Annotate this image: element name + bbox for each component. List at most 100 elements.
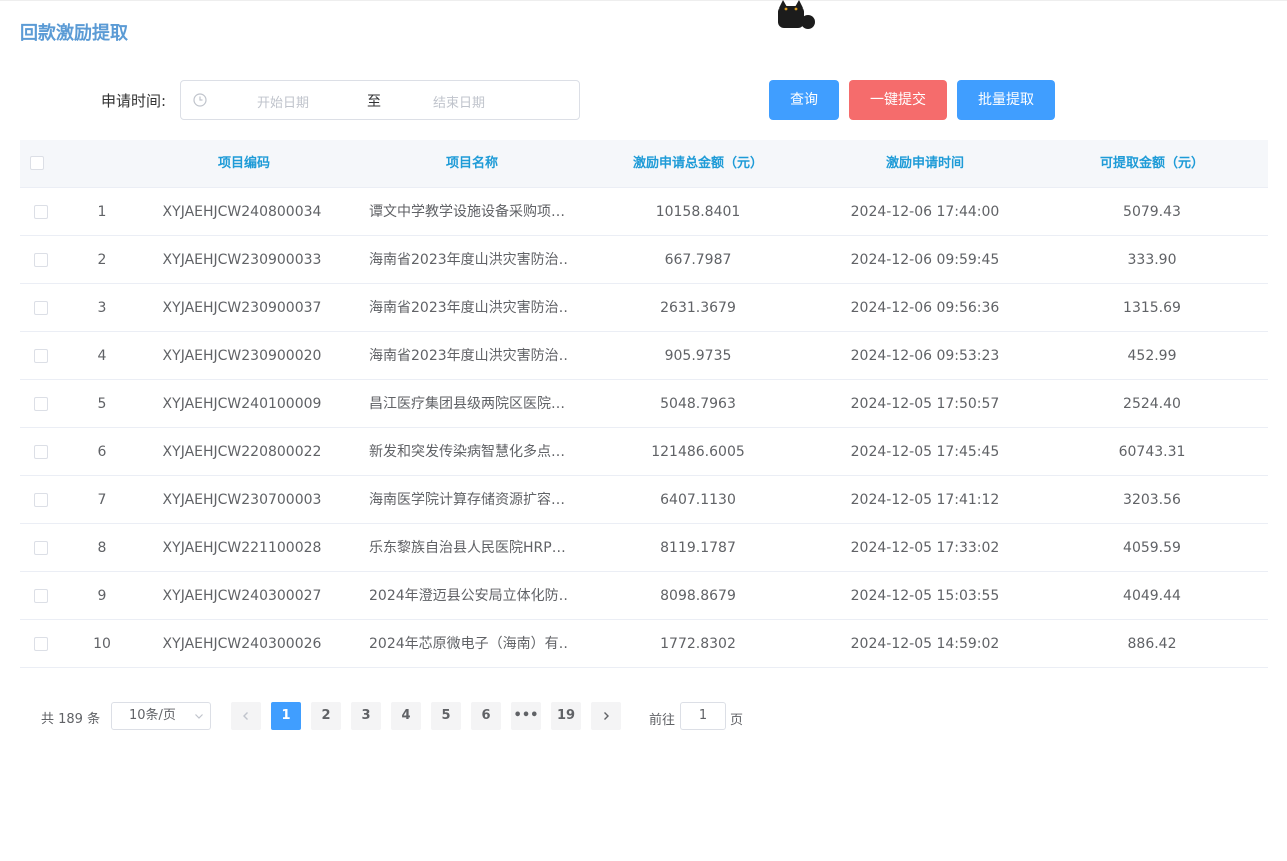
row-checkbox[interactable] <box>34 589 48 603</box>
batch-extract-button[interactable]: 批量提取 <box>957 80 1055 120</box>
page-button[interactable]: 5 <box>431 702 461 730</box>
page-button[interactable]: 3 <box>351 702 381 730</box>
page-button[interactable]: 4 <box>391 702 421 730</box>
project-name: 谭文中学教学设施设备采购项… <box>369 204 565 220</box>
total-amount: 1772.8302 <box>660 636 736 652</box>
more-pages-button[interactable]: ••• <box>511 702 541 730</box>
chevron-left-icon <box>243 712 248 720</box>
table-row[interactable]: 9 XYJAEHJCW240300027 2024年澄迈县公安局立体化防… 8098.… <box>20 572 1268 620</box>
row-checkbox[interactable] <box>34 253 48 267</box>
goto-page-input[interactable]: 1 <box>680 702 726 730</box>
row-index: 4 <box>97 348 107 364</box>
apply-time: 2024-12-05 14:59:02 <box>850 636 1000 652</box>
row-checkbox[interactable] <box>34 397 48 411</box>
row-index: 8 <box>97 540 107 556</box>
page-button[interactable]: 1 <box>271 702 301 730</box>
available-amount: 4049.44 <box>1123 588 1181 604</box>
table-row[interactable]: 5 XYJAEHJCW240100009 昌江医疗集团县级两院区医院… 5048.79… <box>20 380 1268 428</box>
total-amount: 121486.6005 <box>651 444 745 460</box>
end-date-input[interactable]: 结束日期 <box>433 92 485 111</box>
table-row[interactable]: 6 XYJAEHJCW220800022 新发和突发传染病智慧化多点… 121486.… <box>20 428 1268 476</box>
row-checkbox[interactable] <box>34 493 48 507</box>
project-code: XYJAEHJCW230900033 <box>162 252 322 268</box>
table-header: 项目编码 项目名称 激励申请总金额（元） 激励申请时间 可提取金额（元） <box>20 140 1268 188</box>
next-page-button[interactable] <box>591 702 621 730</box>
row-index: 9 <box>97 588 107 604</box>
project-name: 2024年澄迈县公安局立体化防… <box>369 588 569 604</box>
table-row[interactable]: 1 XYJAEHJCW240800034 谭文中学教学设施设备采购项… 10158.8… <box>20 188 1268 236</box>
start-date-input[interactable]: 开始日期 <box>257 92 309 111</box>
apply-time: 2024-12-05 17:45:45 <box>850 444 1000 460</box>
table-row[interactable]: 7 XYJAEHJCW230700003 海南医学院计算存储资源扩容… 6407.11… <box>20 476 1268 524</box>
available-amount: 60743.31 <box>1118 444 1186 460</box>
available-amount: 452.99 <box>1127 348 1177 364</box>
date-range-picker[interactable]: 开始日期 至 结束日期 <box>180 80 580 120</box>
header-total-amount: 激励申请总金额（元） <box>632 156 763 171</box>
row-checkbox[interactable] <box>34 541 48 555</box>
apply-time: 2024-12-05 17:50:57 <box>850 396 1000 412</box>
available-amount: 886.42 <box>1127 636 1177 652</box>
project-code: XYJAEHJCW230900020 <box>162 348 322 364</box>
goto-label: 前往 <box>649 713 676 728</box>
apply-time: 2024-12-06 09:59:45 <box>850 252 1000 268</box>
project-name: 新发和突发传染病智慧化多点… <box>369 444 565 460</box>
project-code: XYJAEHJCW240100009 <box>162 396 322 412</box>
apply-time: 2024-12-05 17:41:12 <box>850 492 1000 508</box>
project-code: XYJAEHJCW221100028 <box>162 540 322 556</box>
project-code: XYJAEHJCW220800022 <box>162 444 322 460</box>
row-index: 2 <box>97 252 107 268</box>
header-project-code: 项目编码 <box>217 156 270 171</box>
available-amount: 4059.59 <box>1123 540 1181 556</box>
page-size-value: 10条/页 <box>129 708 176 723</box>
available-amount: 333.90 <box>1127 252 1177 268</box>
project-code: XYJAEHJCW240800034 <box>162 204 322 220</box>
pagination: 共 189 条 10条/页 1 2 3 4 5 6 ••• 19 前往 1 页 <box>0 700 1287 732</box>
table-row[interactable]: 3 XYJAEHJCW230900037 海南省2023年度山洪灾害防治… 2631.… <box>20 284 1268 332</box>
table-row[interactable]: 8 XYJAEHJCW221100028 乐东黎族自治县人民医院HRP… 8119.1… <box>20 524 1268 572</box>
row-index: 7 <box>97 492 107 508</box>
query-button[interactable]: 查询 <box>769 80 839 120</box>
total-amount: 2631.3679 <box>660 300 736 316</box>
row-index: 10 <box>93 636 111 652</box>
page-size-select[interactable]: 10条/页 <box>111 702 211 730</box>
row-index: 3 <box>97 300 107 316</box>
chevron-right-icon <box>604 712 609 720</box>
submit-all-button[interactable]: 一键提交 <box>849 80 947 120</box>
row-checkbox[interactable] <box>34 301 48 315</box>
table-row[interactable]: 10 XYJAEHJCW240300026 2024年芯原微电子（海南）有… 1772… <box>20 620 1268 668</box>
apply-time: 2024-12-06 09:56:36 <box>850 300 1000 316</box>
apply-time: 2024-12-05 15:03:55 <box>850 588 1000 604</box>
project-name: 海南省2023年度山洪灾害防治… <box>369 300 569 316</box>
clock-icon <box>193 93 207 107</box>
project-code: XYJAEHJCW230700003 <box>162 492 322 508</box>
available-amount: 1315.69 <box>1123 300 1181 316</box>
page-button[interactable]: 19 <box>551 702 581 730</box>
total-amount: 905.9735 <box>664 348 732 364</box>
project-code: XYJAEHJCW240300026 <box>162 636 322 652</box>
total-count: 共 189 条 <box>41 712 101 727</box>
row-index: 6 <box>97 444 107 460</box>
available-amount: 5079.43 <box>1123 204 1181 220</box>
table-row[interactable]: 2 XYJAEHJCW230900033 海南省2023年度山洪灾害防治… 667.7… <box>20 236 1268 284</box>
row-checkbox[interactable] <box>34 349 48 363</box>
row-checkbox[interactable] <box>34 445 48 459</box>
row-index: 5 <box>97 396 107 412</box>
available-amount: 2524.40 <box>1123 396 1181 412</box>
prev-page-button[interactable] <box>231 702 261 730</box>
page-button[interactable]: 2 <box>311 702 341 730</box>
table-row[interactable]: 4 XYJAEHJCW230900020 海南省2023年度山洪灾害防治… 905.9… <box>20 332 1268 380</box>
row-checkbox[interactable] <box>34 637 48 651</box>
total-amount: 6407.1130 <box>660 492 736 508</box>
select-all-checkbox[interactable] <box>30 156 44 170</box>
apply-time-label: 申请时间: <box>101 92 167 110</box>
cat-mascot-icon <box>778 0 815 29</box>
header-project-name: 项目名称 <box>445 156 498 171</box>
total-amount: 5048.7963 <box>660 396 736 412</box>
total-amount: 8119.1787 <box>660 540 736 556</box>
apply-time: 2024-12-05 17:33:02 <box>850 540 1000 556</box>
total-amount: 667.7987 <box>664 252 732 268</box>
apply-time: 2024-12-06 17:44:00 <box>850 204 1000 220</box>
row-checkbox[interactable] <box>34 205 48 219</box>
page-button[interactable]: 6 <box>471 702 501 730</box>
available-amount: 3203.56 <box>1123 492 1181 508</box>
